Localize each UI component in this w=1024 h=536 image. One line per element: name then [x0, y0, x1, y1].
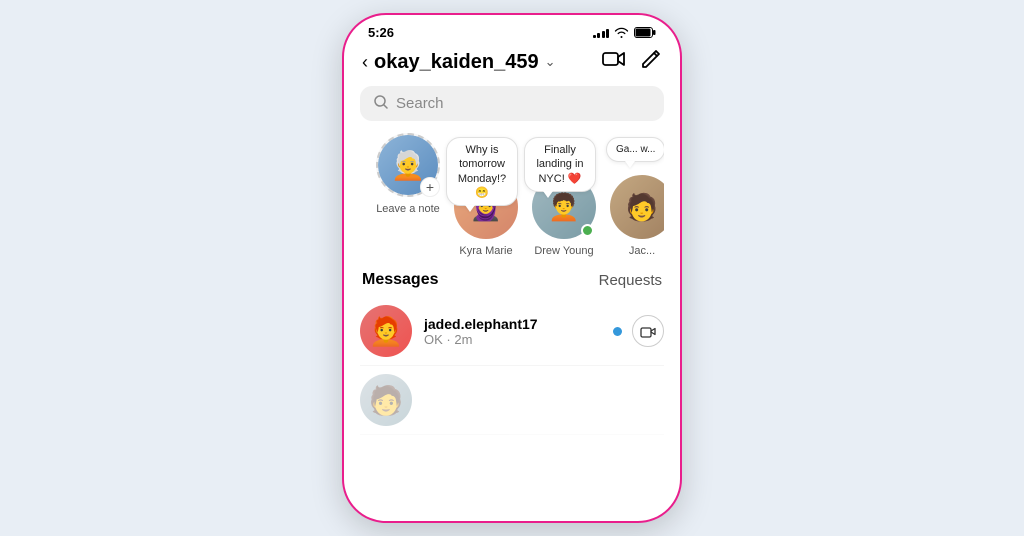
- table-row[interactable]: 🧑‍🦰 jaded.elephant17 OK · 2m: [360, 297, 664, 366]
- phone-frame: 5:26 ‹ okay_kaiden_459 ⌄: [342, 13, 682, 523]
- jac-avatar-wrap: Ga... w... 🧑: [610, 175, 664, 239]
- plus-badge: +: [420, 177, 440, 197]
- status-icons: [593, 27, 657, 38]
- chevron-down-icon[interactable]: ⌄: [545, 54, 556, 70]
- story-item-add-note[interactable]: 🧑‍🦳 + Leave a note: [376, 133, 440, 215]
- camera-button[interactable]: [632, 315, 664, 347]
- message-list: 🧑‍🦰 jaded.elephant17 OK · 2m 🧑: [344, 297, 680, 435]
- video-call-icon[interactable]: [602, 50, 626, 74]
- status-time: 5:26: [368, 25, 394, 40]
- drew-avatar-wrap: Finally landing in NYC! ❤️ 🧑‍🦱: [532, 175, 596, 239]
- back-button[interactable]: ‹: [362, 52, 368, 73]
- story-item-jac[interactable]: Ga... w... 🧑 Jac...: [610, 133, 664, 257]
- avatar: 🧑: [360, 374, 412, 426]
- msg-actions: [613, 315, 664, 347]
- story-label-drew: Drew Young: [534, 245, 593, 257]
- unread-indicator: [613, 327, 622, 336]
- stories-row: 🧑‍🦳 + Leave a note Why is tomorrow Monda…: [360, 133, 664, 257]
- table-row[interactable]: 🧑: [360, 366, 664, 435]
- kyra-avatar-wrap: Why is tomorrow Monday!? 😁 🧕: [454, 175, 518, 239]
- story-label-kyra: Kyra Marie: [459, 245, 512, 257]
- story-label-add-note: Leave a note: [376, 203, 440, 215]
- section-header: Messages Requests: [344, 257, 680, 297]
- msg-preview: OK · 2m: [424, 332, 601, 347]
- search-icon: [374, 95, 388, 112]
- compose-icon[interactable]: [640, 48, 662, 76]
- search-bar[interactable]: Search: [360, 86, 664, 121]
- kyra-note-bubble: Why is tomorrow Monday!? 😁: [446, 137, 518, 206]
- avatar: 🧑‍🦰: [360, 305, 412, 357]
- story-item-drew[interactable]: Finally landing in NYC! ❤️ 🧑‍🦱 Drew Youn…: [532, 133, 596, 257]
- messages-title: Messages: [362, 271, 439, 289]
- header-left[interactable]: ‹ okay_kaiden_459 ⌄: [362, 51, 555, 74]
- story-item-kyra[interactable]: Why is tomorrow Monday!? 😁 🧕 Kyra Marie: [454, 133, 518, 257]
- header: ‹ okay_kaiden_459 ⌄: [344, 44, 680, 86]
- msg-username: jaded.elephant17: [424, 316, 601, 332]
- search-placeholder: Search: [396, 95, 444, 112]
- username-label[interactable]: okay_kaiden_459: [374, 51, 539, 74]
- battery-icon: [634, 27, 656, 38]
- story-label-jac: Jac...: [629, 245, 655, 257]
- jac-avatar: 🧑: [610, 175, 664, 239]
- add-note-avatar-wrap: 🧑‍🦳 +: [376, 133, 440, 197]
- wifi-icon: [614, 27, 629, 38]
- signal-icon: [593, 27, 610, 38]
- msg-info: jaded.elephant17 OK · 2m: [424, 316, 601, 347]
- jac-note-bubble: Ga... w...: [606, 137, 664, 162]
- status-bar: 5:26: [344, 15, 680, 44]
- requests-link[interactable]: Requests: [599, 272, 662, 289]
- header-icons: [602, 48, 662, 76]
- drew-note-bubble: Finally landing in NYC! ❤️: [524, 137, 596, 192]
- online-indicator: [581, 224, 594, 237]
